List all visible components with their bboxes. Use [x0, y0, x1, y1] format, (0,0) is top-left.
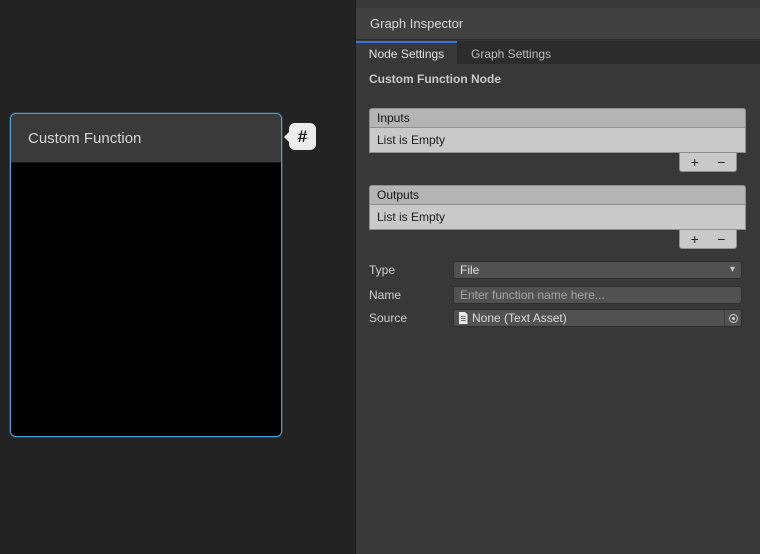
tab-node-settings[interactable]: Node Settings [356, 41, 457, 64]
node-title-bar[interactable]: Custom Function [11, 114, 281, 163]
outputs-empty-label: List is Empty [377, 210, 445, 224]
node-preview-area [11, 164, 281, 436]
inputs-empty-label: List is Empty [377, 133, 445, 147]
inspector-title: Graph Inspector [370, 16, 463, 31]
inspector-tab-bar: Node Settings Graph Settings [356, 41, 760, 64]
outputs-list-header: Outputs [369, 185, 746, 205]
tab-bar-filler: Graph Settings [457, 41, 760, 64]
source-field-row: Source None (Text Asset) [369, 309, 742, 327]
node-settings-title: Custom Function Node [369, 72, 501, 86]
name-field-row: Name [369, 286, 742, 304]
inputs-list-header-label: Inputs [377, 111, 410, 125]
shader-graph-window: Custom Function # Graph Inspector Node S… [0, 0, 760, 554]
name-label: Name [369, 288, 453, 302]
add-output-button[interactable]: + [683, 230, 707, 248]
object-picker-icon [729, 314, 738, 323]
type-label: Type [369, 263, 453, 277]
hash-badge-label: # [298, 127, 307, 147]
inputs-empty-row[interactable]: List is Empty [369, 128, 746, 153]
outputs-list: Outputs List is Empty + − [369, 185, 746, 249]
add-input-button[interactable]: + [683, 153, 707, 171]
remove-input-button[interactable]: − [709, 153, 733, 171]
hash-badge-icon[interactable]: # [289, 123, 316, 150]
source-object-value: None (Text Asset) [472, 311, 567, 325]
custom-function-node[interactable]: Custom Function [10, 113, 282, 437]
object-picker-button[interactable] [724, 310, 741, 326]
inputs-list-footer: + − [679, 153, 737, 172]
tab-graph-settings[interactable]: Graph Settings [457, 43, 565, 64]
inputs-list-header: Inputs [369, 108, 746, 128]
outputs-empty-row[interactable]: List is Empty [369, 205, 746, 230]
type-field-row: Type File ▾ [369, 261, 742, 279]
chevron-down-icon: ▾ [730, 265, 735, 275]
text-asset-icon [458, 312, 468, 324]
outputs-list-footer: + − [679, 230, 737, 249]
type-dropdown-value: File [460, 263, 479, 277]
remove-output-button[interactable]: − [709, 230, 733, 248]
node-title: Custom Function [28, 130, 141, 147]
type-dropdown[interactable]: File ▾ [453, 261, 742, 279]
function-name-input[interactable] [453, 286, 742, 304]
graph-inspector-panel: Graph Inspector Node Settings Graph Sett… [355, 0, 760, 554]
inputs-list: Inputs List is Empty + − [369, 108, 746, 172]
source-object-field[interactable]: None (Text Asset) [453, 309, 742, 327]
outputs-list-header-label: Outputs [377, 188, 419, 202]
source-label: Source [369, 311, 453, 325]
inspector-header: Graph Inspector [356, 8, 760, 40]
